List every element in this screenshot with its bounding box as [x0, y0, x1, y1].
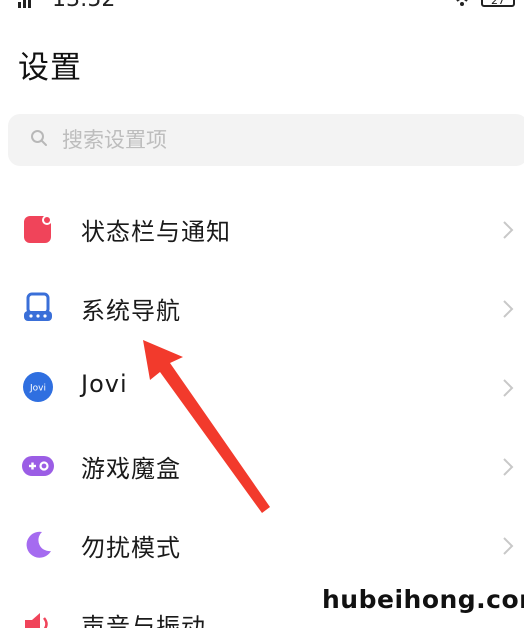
battery-icon: 27 [481, 0, 515, 7]
settings-item-label: 状态栏与通知 [81, 218, 231, 246]
game-box-icon [22, 456, 54, 476]
settings-item-do-not-disturb[interactable]: 勿扰模式 [0, 509, 524, 588]
settings-item-system-navigation[interactable]: 系统导航 [0, 272, 524, 351]
settings-item-label: Jovi [81, 370, 128, 398]
settings-item-jovi[interactable]: Jovi Jovi [0, 351, 524, 430]
sound-vibration-icon [25, 613, 48, 628]
chevron-right-icon [503, 458, 514, 476]
wifi-icon [452, 0, 472, 13]
search-input[interactable] [62, 124, 462, 156]
status-bar-notification-icon [24, 215, 52, 243]
settings-item-label: 勿扰模式 [81, 534, 181, 562]
do-not-disturb-moon-icon [26, 531, 51, 558]
chevron-right-icon [503, 300, 514, 318]
chevron-right-icon [503, 379, 514, 397]
svg-text:Jovi: Jovi [29, 384, 46, 394]
settings-item-label: 系统导航 [81, 297, 181, 325]
search-icon [31, 130, 47, 146]
search-bar[interactable] [8, 114, 524, 166]
jovi-icon: Jovi [23, 372, 53, 402]
settings-item-label: 游戏魔盒 [81, 455, 181, 483]
status-time: 13:52 [52, 0, 115, 12]
system-navigation-icon [24, 292, 52, 321]
status-bar: 13:52 27 [0, 0, 524, 14]
signal-strength-icon [18, 0, 31, 8]
chevron-right-icon [503, 537, 514, 555]
settings-list: 状态栏与通知 系统导航 Jovi Jovi 游戏魔盒 勿扰模式 声音与振动 [0, 193, 524, 628]
settings-item-game-box[interactable]: 游戏魔盒 [0, 430, 524, 509]
page-title: 设置 [18, 50, 82, 86]
watermark: hubeihong.com [322, 585, 524, 614]
settings-item-status-bar[interactable]: 状态栏与通知 [0, 193, 524, 272]
chevron-right-icon [503, 221, 514, 239]
